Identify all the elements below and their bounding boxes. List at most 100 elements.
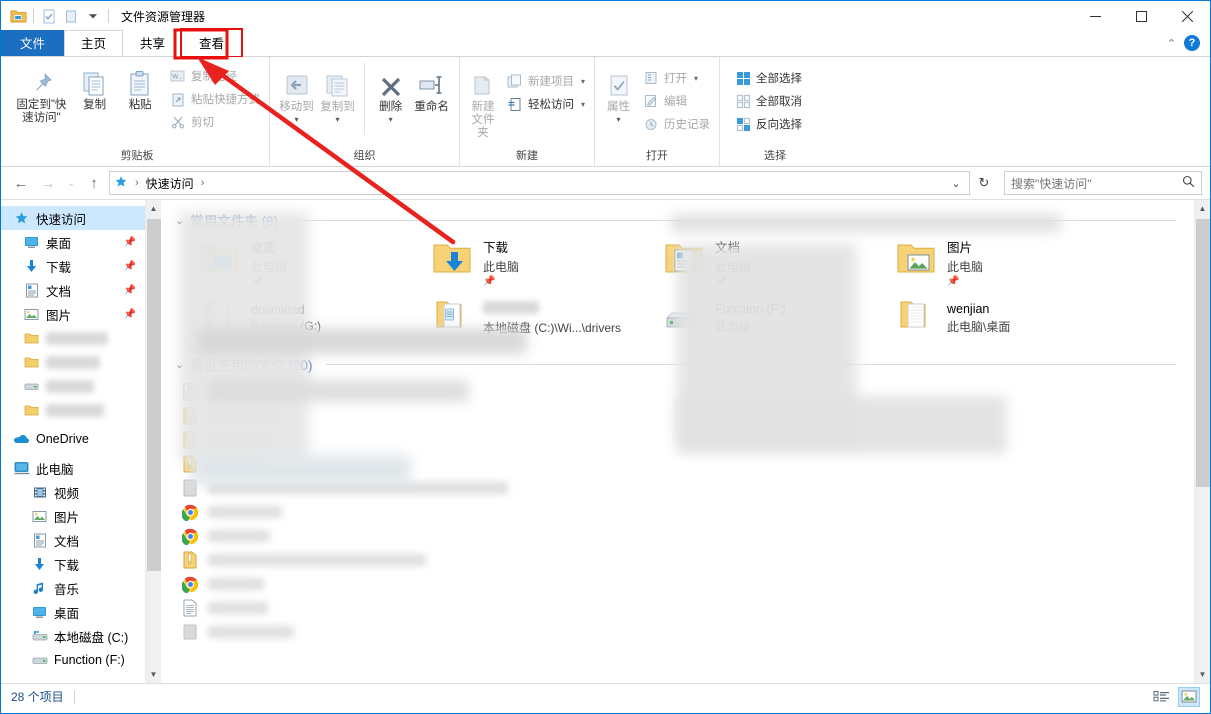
sidebar-item-blurred-1[interactable] — [1, 326, 145, 350]
list-item[interactable] — [175, 572, 1194, 596]
address-chevron-down-icon[interactable]: ⌄ — [947, 172, 965, 194]
qat-dropdown-icon[interactable] — [82, 5, 104, 27]
sidebar-item-music[interactable]: 音乐 — [1, 576, 145, 600]
delete-button[interactable]: 删除 ▾ — [371, 63, 410, 126]
nav-scroll-track[interactable] — [145, 217, 162, 666]
sidebar-item-pictures[interactable]: 图片 📌 — [1, 302, 145, 326]
edit-button[interactable]: 编辑 — [640, 91, 713, 111]
back-arrow-icon[interactable]: ← — [9, 171, 33, 195]
select-none-button[interactable]: 全部取消 — [732, 91, 805, 111]
content-scroll-thumb[interactable] — [1195, 219, 1210, 487]
pin-icon[interactable]: 📌 — [124, 285, 136, 296]
nav-scroll-thumb[interactable] — [146, 219, 161, 571]
maximize-button[interactable] — [1118, 1, 1164, 31]
scroll-down-icon[interactable]: ▼ — [146, 666, 162, 683]
navigation-scrollbar[interactable]: ▲ ▼ — [145, 200, 162, 683]
tab-view[interactable]: 查看 — [180, 28, 244, 58]
folder-tile-pictures[interactable]: 图片 此电脑 📌 — [871, 238, 1103, 287]
content-scroll-track[interactable] — [1194, 217, 1210, 666]
new-item-caret-icon[interactable]: ▾ — [581, 77, 585, 86]
sidebar-item-documents-pc[interactable]: 文档 — [1, 528, 145, 552]
help-icon[interactable]: ? — [1184, 35, 1200, 51]
window-controls — [1072, 1, 1210, 31]
cut-button[interactable]: 剪切 — [167, 112, 263, 132]
properties-icon[interactable] — [38, 5, 60, 27]
move-to-caret-icon[interactable]: ▾ — [295, 113, 299, 126]
pin-icon[interactable]: 📌 — [124, 261, 136, 272]
breadcrumb-quick-access[interactable]: 快速访问 — [146, 175, 194, 192]
tab-home[interactable]: 主页 — [64, 30, 124, 56]
sidebar-item-quick-access[interactable]: 快速访问 — [1, 206, 145, 230]
list-item[interactable] — [175, 548, 1194, 572]
scroll-up-icon[interactable]: ▲ — [146, 200, 162, 217]
close-button[interactable] — [1164, 1, 1210, 31]
new-folder-label-line1: 新建 — [471, 101, 495, 113]
list-item[interactable] — [175, 596, 1194, 620]
select-all-button[interactable]: 全部选择 — [732, 68, 805, 88]
paste-shortcut-button[interactable]: 粘贴快捷方式 — [167, 89, 263, 109]
details-view-icon[interactable] — [1150, 687, 1172, 707]
open-caret-icon[interactable]: ▾ — [694, 74, 698, 83]
properties-button[interactable]: 属性 ▾ — [601, 63, 636, 126]
scroll-up-icon[interactable]: ▲ — [1195, 200, 1211, 217]
pin-icon[interactable]: 📌 — [124, 237, 136, 248]
forward-arrow-icon[interactable]: → — [36, 171, 60, 195]
sidebar-item-function-f[interactable]: Function (F:) — [1, 648, 145, 672]
pin-to-quick-access-button[interactable]: 固定到"快 速访问" — [11, 61, 72, 125]
delete-caret-icon[interactable]: ▾ — [389, 113, 393, 126]
new-item-button[interactable]: 新建项目 ▾ — [504, 71, 588, 91]
copy-path-button[interactable]: W... 复制路径 — [167, 66, 263, 86]
easy-access-button[interactable]: 轻松访问 ▾ — [504, 94, 588, 114]
sidebar-item-desktop[interactable]: 桌面 📌 — [1, 230, 145, 254]
move-to-button[interactable]: 移动到 ▾ — [276, 63, 317, 126]
list-item[interactable] — [175, 620, 1194, 644]
search-input[interactable]: 搜索"快速访问" — [1004, 171, 1202, 195]
easy-access-caret-icon[interactable]: ▾ — [581, 100, 585, 109]
sidebar-item-pictures-pc[interactable]: 图片 — [1, 504, 145, 528]
invert-selection-button[interactable]: 反向选择 — [732, 114, 805, 134]
address-field[interactable]: › 快速访问 › ⌄ — [109, 171, 970, 195]
sidebar-item-this-pc[interactable]: 此电脑 — [1, 456, 145, 480]
copy-label: 复制 — [83, 99, 107, 111]
chrome-icon — [181, 527, 199, 546]
list-item[interactable] — [175, 524, 1194, 548]
pin-icon[interactable]: 📌 — [124, 309, 136, 320]
sidebar-item-desktop-pc[interactable]: 桌面 — [1, 600, 145, 624]
sidebar-item-videos[interactable]: 视频 — [1, 480, 145, 504]
recent-locations-chevron-down-icon[interactable]: ⌄ — [63, 171, 79, 195]
history-button[interactable]: 历史记录 — [640, 114, 713, 134]
scroll-down-icon[interactable]: ▼ — [1195, 666, 1211, 683]
open-button[interactable]: 打开 ▾ — [640, 68, 713, 88]
folder-tile-downloads[interactable]: 下载 此电脑 📌 — [407, 238, 639, 287]
sidebar-item-onedrive[interactable]: OneDrive — [1, 427, 145, 451]
minimize-button[interactable] — [1072, 1, 1118, 31]
sidebar-item-blurred-3[interactable] — [1, 374, 145, 398]
tile-name: 下载 — [483, 241, 509, 255]
sidebar-item-downloads-pc[interactable]: 下载 — [1, 552, 145, 576]
sidebar-item-downloads[interactable]: 下载 📌 — [1, 254, 145, 278]
explorer-folder-icon[interactable] — [7, 5, 29, 27]
new-folder-icon[interactable] — [60, 5, 82, 27]
tab-share[interactable]: 共享 — [123, 30, 182, 56]
folder-tile-wenjian[interactable]: wenjian 此电脑\桌面 — [871, 294, 1103, 340]
sidebar-item-blurred-2[interactable] — [1, 350, 145, 374]
tab-file[interactable]: 文件 — [1, 30, 65, 56]
sidebar-item-documents[interactable]: 文档 📌 — [1, 278, 145, 302]
refresh-icon[interactable]: ↻ — [973, 171, 995, 195]
up-arrow-icon[interactable]: ↑ — [82, 171, 106, 195]
copy-to-caret-icon[interactable]: ▾ — [336, 113, 340, 126]
content-scrollbar[interactable]: ▲ ▼ — [1194, 200, 1210, 683]
large-icons-view-icon[interactable] — [1178, 686, 1200, 707]
copy-button[interactable]: 复制 — [72, 61, 118, 112]
new-folder-button[interactable]: 新建 文件夹 — [466, 63, 500, 140]
chrome-icon — [181, 575, 199, 594]
rename-button[interactable]: 重命名 — [410, 63, 453, 114]
sidebar-item-blurred-4[interactable] — [1, 398, 145, 422]
paste-button[interactable]: 粘贴 — [117, 61, 163, 112]
list-item[interactable] — [175, 500, 1194, 524]
properties-caret-icon[interactable]: ▾ — [616, 113, 620, 126]
breadcrumb-separator-2[interactable]: › — [198, 177, 208, 189]
copy-to-button[interactable]: 复制到 ▾ — [317, 63, 358, 126]
sidebar-item-local-disk-c[interactable]: 本地磁盘 (C:) — [1, 624, 145, 648]
chevron-up-icon[interactable]: ⌃ — [1167, 37, 1176, 50]
